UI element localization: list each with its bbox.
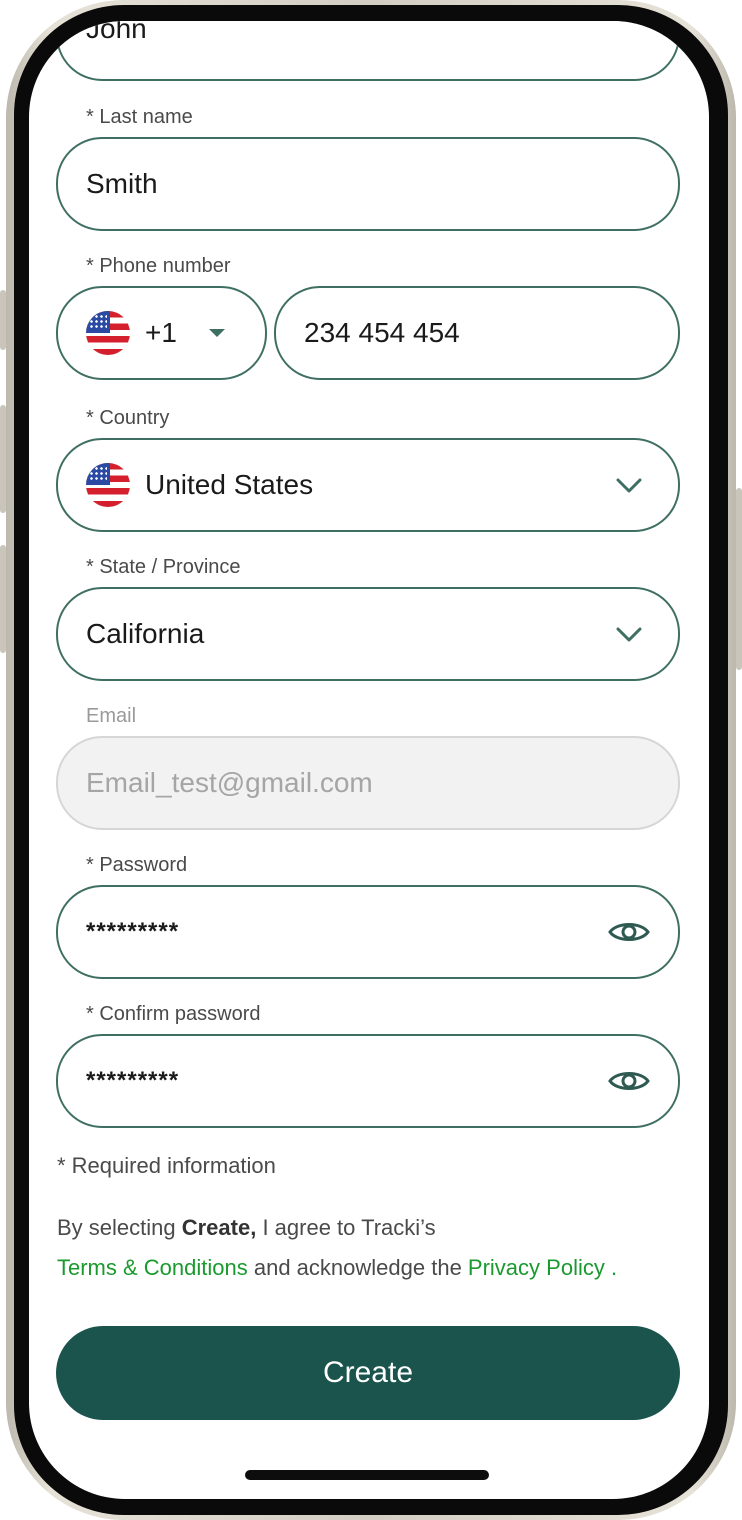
email-input: Email_test@gmail.com	[56, 736, 680, 830]
confirm-password-input[interactable]: *********	[56, 1034, 680, 1128]
action-button	[0, 290, 6, 350]
power-button	[736, 488, 742, 670]
confirm-password-value: *********	[86, 1067, 180, 1094]
us-flag-icon	[86, 311, 130, 355]
country-label: * Country	[86, 407, 170, 429]
phone-label: * Phone number	[86, 255, 231, 277]
password-label: * Password	[86, 854, 188, 876]
chevron-down-icon	[616, 478, 642, 493]
app-screen: John * Last name Smith * Phone number +1…	[29, 21, 709, 1499]
consent-line-1: By selecting Create, I agree to Tracki’s	[57, 1215, 436, 1241]
confirm-password-label: * Confirm password	[86, 1003, 261, 1025]
consent-middle: I agree to Tracki’s	[256, 1215, 436, 1240]
email-placeholder: Email_test@gmail.com	[86, 767, 373, 798]
us-flag-icon	[86, 463, 130, 507]
first-name-input[interactable]: John	[56, 21, 680, 81]
country-select[interactable]: United States	[56, 438, 680, 532]
caret-down-icon	[209, 329, 225, 337]
terms-link[interactable]: Terms & Conditions	[57, 1255, 248, 1280]
last-name-input[interactable]: Smith	[56, 137, 680, 231]
first-name-value: John	[86, 21, 147, 44]
consent-line-2: Terms & Conditions and acknowledge the P…	[57, 1255, 617, 1281]
state-value: California	[86, 618, 205, 649]
email-label: Email	[86, 705, 137, 727]
eye-icon[interactable]	[608, 1068, 650, 1094]
volume-up-button	[0, 405, 6, 513]
volume-down-button	[0, 545, 6, 653]
phone-number-value: 234 454 454	[304, 317, 460, 348]
state-label: * State / Province	[86, 556, 241, 578]
chevron-down-icon	[616, 627, 642, 642]
privacy-policy-link[interactable]: Privacy Policy .	[468, 1255, 617, 1280]
consent-bold: Create,	[181, 1215, 257, 1240]
create-button[interactable]: Create	[56, 1326, 680, 1420]
phone-number-input[interactable]: 234 454 454	[274, 286, 680, 380]
consent-prefix: By selecting	[57, 1215, 182, 1240]
eye-icon[interactable]	[608, 919, 650, 945]
state-select[interactable]: California	[56, 587, 680, 681]
country-code-select[interactable]: +1	[56, 286, 267, 380]
password-input[interactable]: *********	[56, 885, 680, 979]
country-code-value: +1	[145, 317, 177, 348]
consent-connector: and acknowledge the	[247, 1255, 468, 1280]
home-indicator	[245, 1470, 489, 1480]
last-name-label: * Last name	[86, 106, 193, 128]
password-value: *********	[86, 918, 180, 945]
last-name-value: Smith	[86, 168, 158, 199]
required-note: * Required information	[57, 1153, 276, 1178]
country-value: United States	[145, 469, 314, 500]
